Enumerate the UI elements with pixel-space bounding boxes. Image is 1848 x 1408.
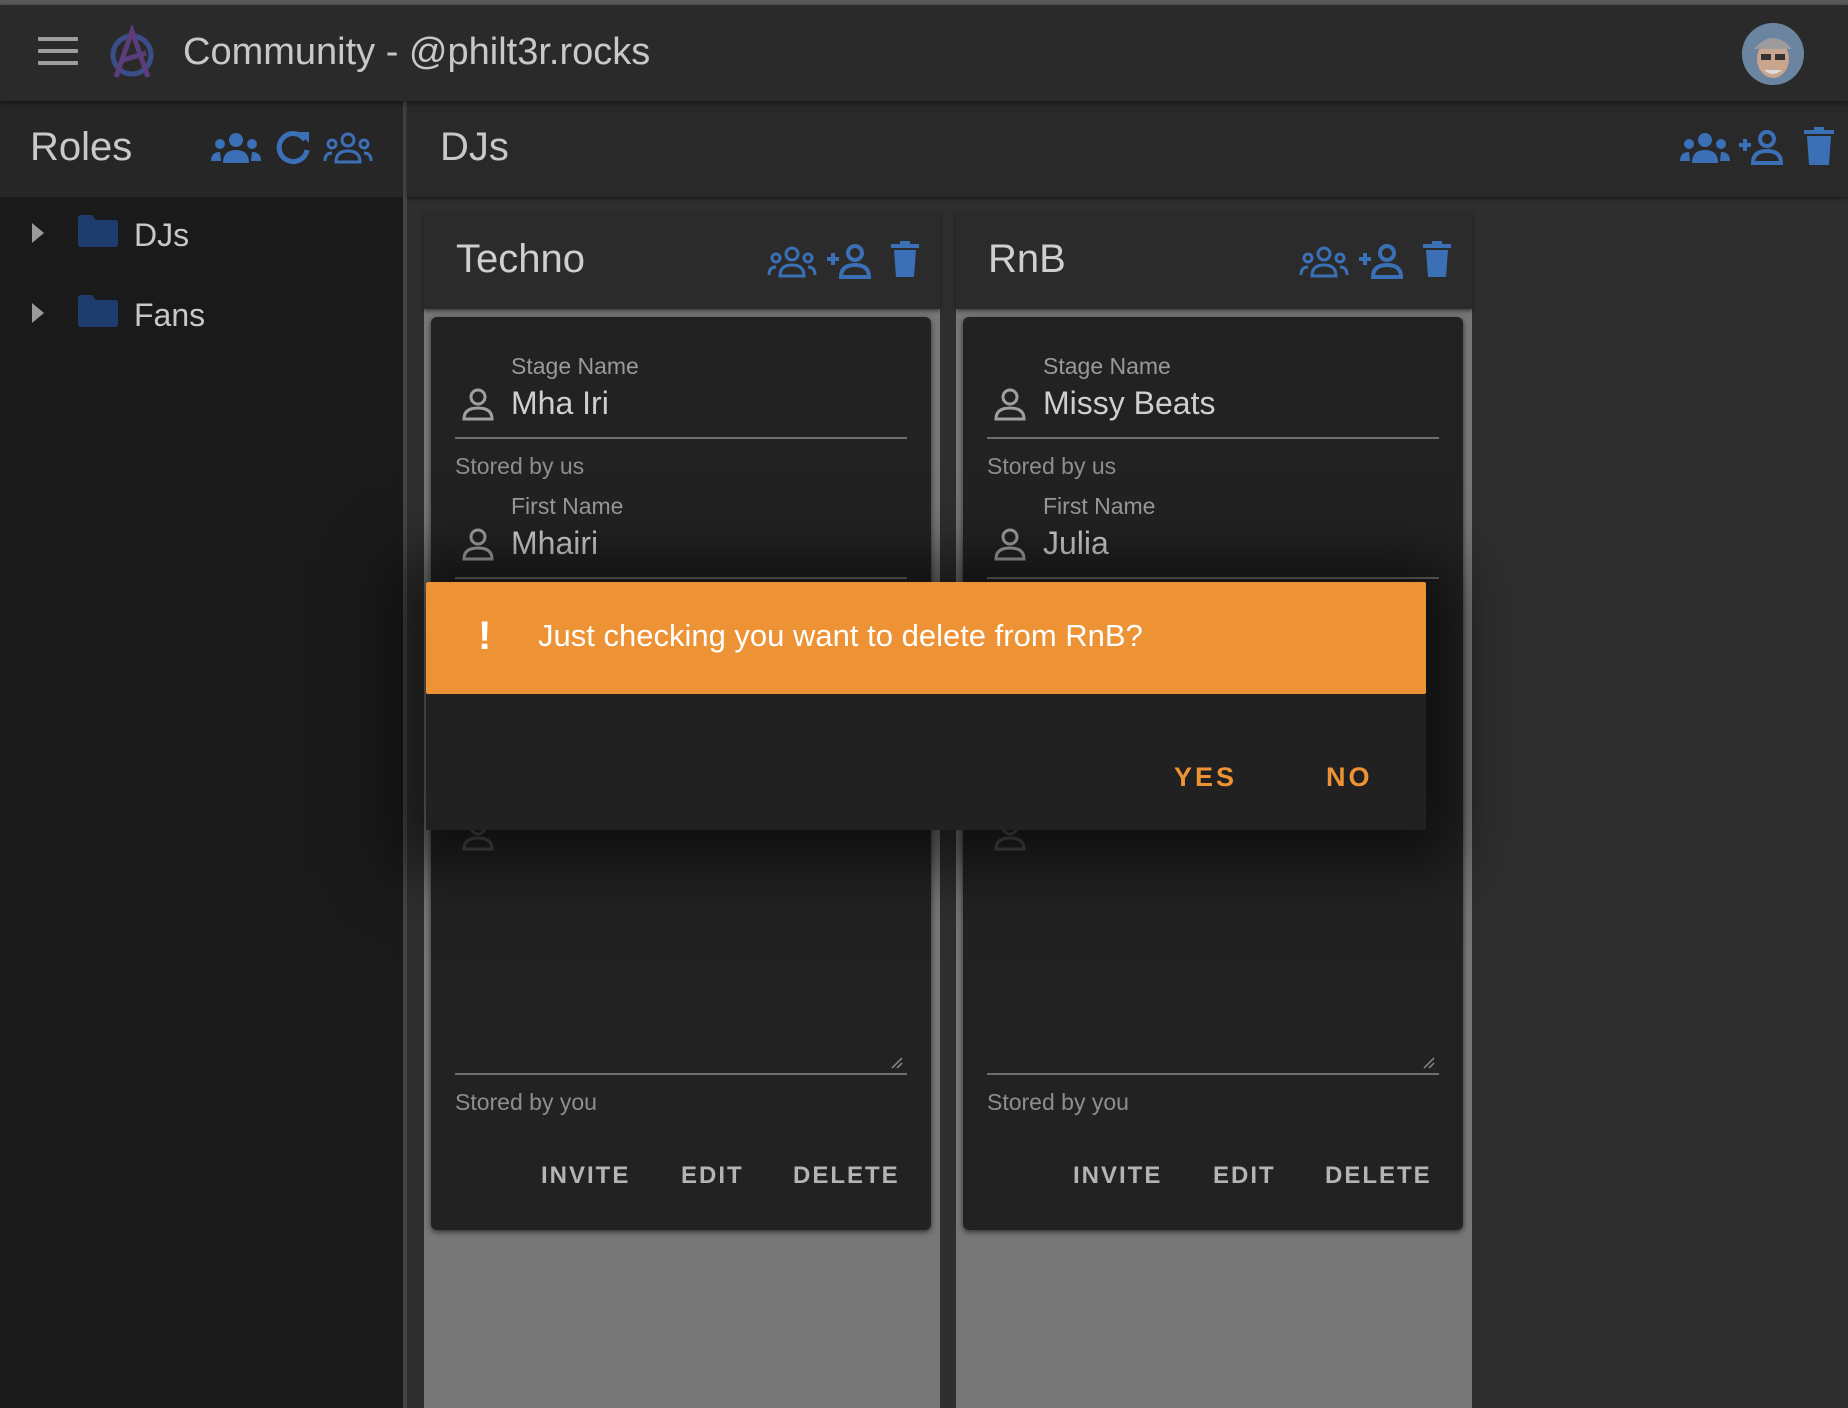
person-icon xyxy=(993,527,1027,566)
sidebar-header: Roles xyxy=(0,101,403,197)
group-outline-icon[interactable] xyxy=(323,131,373,170)
column-header: RnB xyxy=(956,213,1472,309)
group-icon[interactable] xyxy=(767,245,817,284)
exclamation-icon: ! xyxy=(478,614,492,658)
textarea-underline[interactable] xyxy=(987,1073,1439,1075)
delete-button[interactable]: DELETE xyxy=(1325,1162,1432,1190)
tree-item-label: Fans xyxy=(134,297,206,333)
resize-handle-icon[interactable] xyxy=(889,1055,903,1069)
stage-name-input[interactable]: Missy Beats xyxy=(1043,385,1215,422)
field-underline xyxy=(987,577,1439,579)
sidebar-title: Roles xyxy=(30,125,133,169)
column-title: Techno xyxy=(456,237,585,281)
column-title: RnB xyxy=(988,237,1066,281)
first-name-label: First Name xyxy=(511,493,624,519)
edit-button[interactable]: EDIT xyxy=(681,1162,744,1190)
page-title: DJs xyxy=(440,125,509,169)
app-bar: Community - @philt3r.rocks xyxy=(0,5,1848,101)
add-person-icon[interactable] xyxy=(1357,243,1404,284)
stage-name-label: Stage Name xyxy=(1043,353,1171,379)
folder-icon xyxy=(78,295,118,332)
no-button[interactable]: NO xyxy=(1326,762,1373,793)
field-underline xyxy=(987,437,1439,439)
column-header: Techno xyxy=(424,213,940,309)
group-icon[interactable] xyxy=(211,131,261,170)
group-icon[interactable] xyxy=(1299,245,1349,284)
anarchy-logo-icon xyxy=(104,23,160,81)
hamburger-menu-icon[interactable] xyxy=(38,37,78,69)
add-person-icon[interactable] xyxy=(1737,129,1784,170)
folder-icon xyxy=(78,215,118,252)
invite-button[interactable]: INVITE xyxy=(1073,1162,1162,1190)
person-icon xyxy=(461,527,495,566)
stored-by-you-hint: Stored by you xyxy=(455,1089,597,1115)
field-underline xyxy=(455,577,907,579)
sidebar: Roles DJs Fans xyxy=(0,101,403,1408)
expand-arrow-icon[interactable] xyxy=(32,223,44,243)
stored-by-us-hint: Stored by us xyxy=(455,453,585,479)
stored-by-you-hint: Stored by you xyxy=(987,1089,1129,1115)
first-name-input[interactable]: Julia xyxy=(1043,525,1109,562)
group-icon[interactable] xyxy=(1680,131,1730,170)
textarea-underline[interactable] xyxy=(455,1073,907,1075)
edit-button[interactable]: EDIT xyxy=(1213,1162,1276,1190)
invite-button[interactable]: INVITE xyxy=(541,1162,630,1190)
trash-icon[interactable] xyxy=(1423,241,1451,282)
delete-button[interactable]: DELETE xyxy=(793,1162,900,1190)
warning-banner: ! Just checking you want to delete from … xyxy=(426,582,1426,694)
person-icon xyxy=(993,387,1027,426)
field-underline xyxy=(455,437,907,439)
dialog-message: Just checking you want to delete from Rn… xyxy=(538,618,1143,653)
resize-handle-icon[interactable] xyxy=(1421,1055,1435,1069)
stored-by-us-hint: Stored by us xyxy=(987,453,1117,479)
refresh-icon[interactable] xyxy=(274,128,312,171)
person-icon xyxy=(461,387,495,426)
tree-item-fans[interactable]: Fans xyxy=(0,285,403,345)
stage-name-label: Stage Name xyxy=(511,353,639,379)
app-title: Community - @philt3r.rocks xyxy=(183,31,651,73)
trash-icon[interactable] xyxy=(1804,127,1834,170)
expand-arrow-icon[interactable] xyxy=(32,303,44,323)
yes-button[interactable]: YES xyxy=(1174,762,1237,793)
tree-item-djs[interactable]: DJs xyxy=(0,205,403,265)
first-name-input[interactable]: Mhairi xyxy=(511,525,598,562)
user-avatar[interactable] xyxy=(1742,23,1804,85)
first-name-label: First Name xyxy=(1043,493,1156,519)
add-person-icon[interactable] xyxy=(825,243,872,284)
confirm-delete-dialog: ! Just checking you want to delete from … xyxy=(426,582,1426,830)
tree-item-label: DJs xyxy=(134,217,190,253)
main-header: DJs xyxy=(407,101,1848,197)
trash-icon[interactable] xyxy=(891,241,919,282)
stage-name-input[interactable]: Mha Iri xyxy=(511,385,609,422)
